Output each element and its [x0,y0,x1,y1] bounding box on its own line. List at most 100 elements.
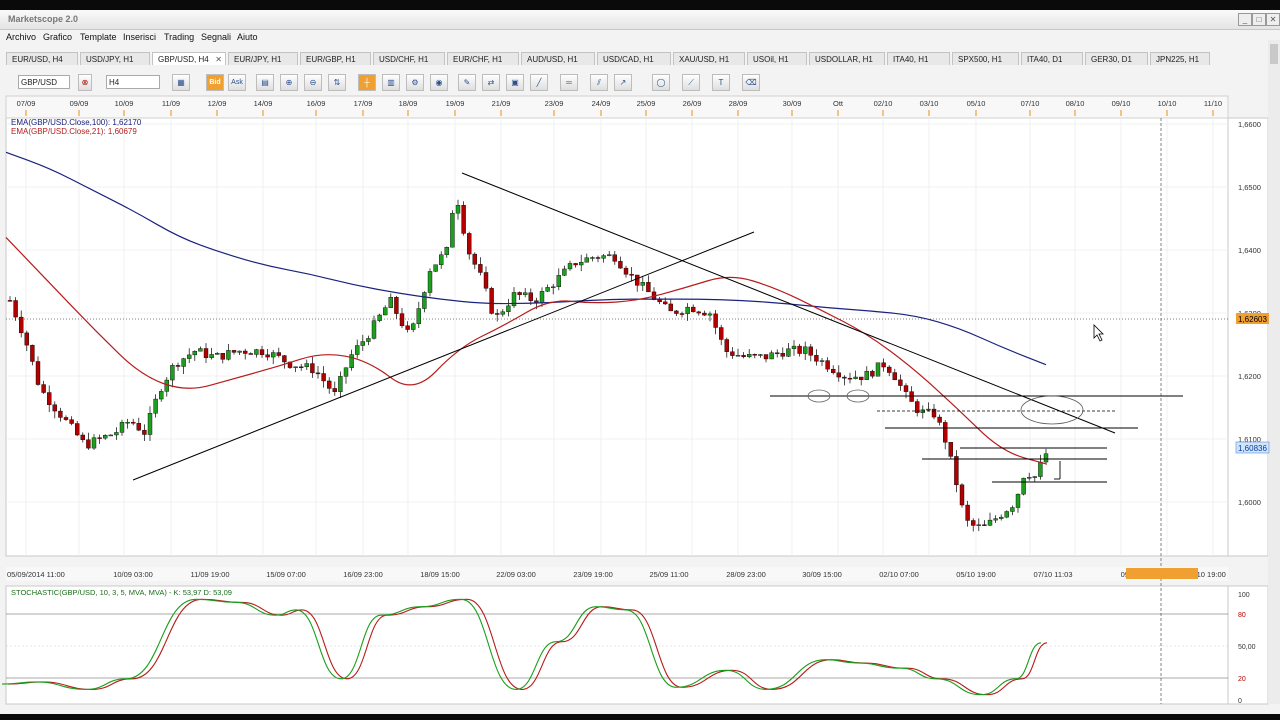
right-scrollbar[interactable] [1268,40,1280,704]
candle-up [377,314,382,321]
candle-up [226,350,231,360]
candle-down [97,437,102,439]
candle-down [842,376,847,379]
candle-down [58,410,63,418]
candle-down [859,376,864,380]
candle-down [220,353,226,360]
candle-down [691,306,696,313]
candle-up [158,391,164,400]
candle-down [595,257,601,259]
candle-down [780,353,785,357]
candle-up [338,376,343,392]
candle-down [321,373,326,382]
candle-up [506,305,511,312]
candle-down [831,368,836,373]
bottom-date-label: 23/09 19:00 [573,570,613,579]
candle-up [91,437,97,449]
top-date-label: 14/09 [254,99,273,108]
candle-down [483,272,489,289]
chart-area[interactable]: 07/09 09/09 10/09 11/09 12/09 14/09 16/09 17/09… [0,0,1280,720]
bottom-date-label: 10/09 03:00 [113,570,153,579]
price-tick: 1,6600 [1238,120,1261,129]
top-date-label: 21/09 [492,99,511,108]
candle-down [13,300,18,318]
candle-up [237,350,242,353]
candle-down [909,391,914,402]
candle-down [399,313,405,326]
candle-down [142,429,147,435]
candle-down [478,264,483,273]
candle-down [136,423,142,431]
candle-down [52,404,57,412]
candle-down [80,434,86,440]
candle-down [19,316,24,334]
candle-down [265,354,270,358]
candle-up [1021,477,1026,495]
ema-100-legend: EMA(GBP/USD.Close,100): 1,62170 [11,118,142,127]
top-date-label: 26/09 [683,99,702,108]
candle-down [74,423,80,436]
candle-down [24,332,29,346]
candle-up [439,254,444,265]
candle-down [573,263,578,266]
candle-down [242,350,248,354]
candle-up [1010,507,1015,512]
candle-up [214,353,220,355]
date-header [5,95,1229,119]
candle-down [887,366,892,373]
candle-up [853,376,858,379]
candle-up [803,346,808,354]
candle-down [931,408,937,418]
candle-up [590,257,595,259]
candle-up [455,205,461,214]
candle-down [646,282,651,293]
candle-down [130,421,136,424]
crosshair-price-tag: 1,62603 [1238,315,1267,324]
top-date-label: 09/09 [70,99,89,108]
candle-down [825,360,830,370]
candle-down [63,417,69,420]
candle-up [181,358,186,367]
candle-down [332,388,337,392]
top-date-label: 12/09 [208,99,227,108]
candle-down [797,345,802,354]
candle-down [971,520,976,526]
candle-up [976,524,981,526]
candle-up [819,360,825,362]
candle-up [343,367,349,377]
bottom-date-label: 07/10 11:03 [1033,570,1072,579]
candle-down [775,352,780,354]
top-date-label: 10/10 [1158,99,1177,108]
bottom-date-label: 18/09 15:00 [420,570,460,579]
candle-down [903,385,909,392]
candle-down [472,253,477,265]
price-panel[interactable] [5,117,1229,557]
candle-up [786,348,791,357]
top-date-label: 07/09 [17,99,36,108]
bottom-date-label: 02/10 07:00 [879,570,919,579]
candle-up [551,286,556,289]
candle-down [814,355,819,362]
candle-down [657,299,662,303]
top-date-label: 19/09 [446,99,465,108]
candle-down [47,392,52,405]
top-date-label: 08/10 [1066,99,1085,108]
candle-down [7,300,13,302]
candle-up [427,271,433,293]
candle-up [707,313,713,316]
top-date-label: 16/09 [307,99,326,108]
candle-down [394,297,399,314]
candle-down [461,205,466,234]
scrollbar-thumb[interactable] [1270,44,1278,64]
candle-down [467,233,472,255]
candle-down [836,372,841,378]
candle-up [999,516,1004,519]
top-date-label: 25/09 [637,99,656,108]
candle-up [791,345,797,349]
candle-down [948,442,953,457]
bottom-date-label: 11/09 19:00 [190,570,229,579]
candle-up [1043,453,1049,463]
candle-down [741,355,746,357]
bottom-date-label: 30/09 15:00 [802,570,842,579]
candle-up [366,338,371,342]
